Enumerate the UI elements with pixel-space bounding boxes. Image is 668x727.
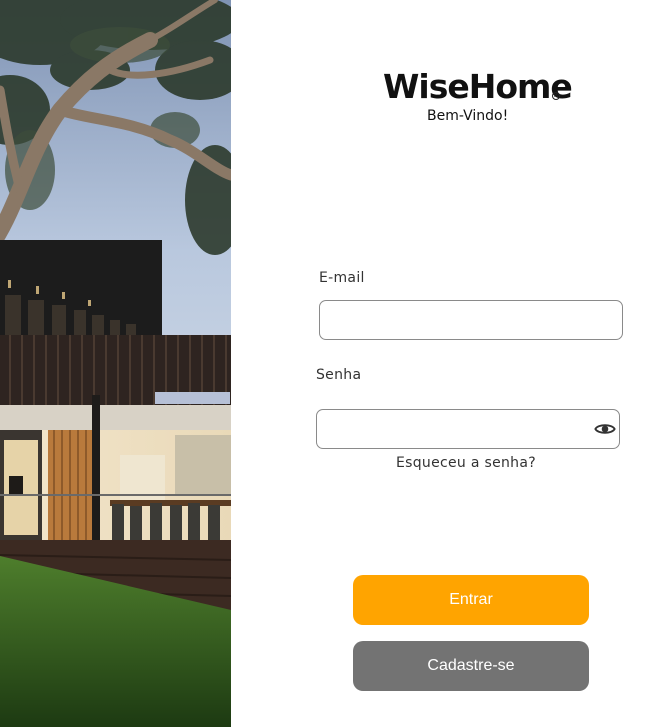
email-field[interactable] bbox=[319, 300, 623, 340]
email-label: E-mail bbox=[319, 270, 365, 286]
brand-logo: WiseHome bbox=[383, 67, 573, 106]
login-button[interactable]: Entrar bbox=[353, 575, 589, 625]
welcome-text: Bem-Vindo! bbox=[427, 108, 509, 124]
registered-mark-icon: R bbox=[552, 92, 560, 100]
house-photo bbox=[0, 0, 231, 727]
password-field[interactable] bbox=[316, 409, 620, 449]
login-panel: WiseHome R Bem-Vindo! E-mail Senha Esque… bbox=[231, 0, 668, 727]
eye-icon[interactable] bbox=[594, 418, 616, 440]
signup-button[interactable]: Cadastre-se bbox=[353, 641, 589, 691]
forgot-password-link[interactable]: Esqueceu a senha? bbox=[396, 455, 536, 471]
password-label: Senha bbox=[316, 367, 362, 383]
